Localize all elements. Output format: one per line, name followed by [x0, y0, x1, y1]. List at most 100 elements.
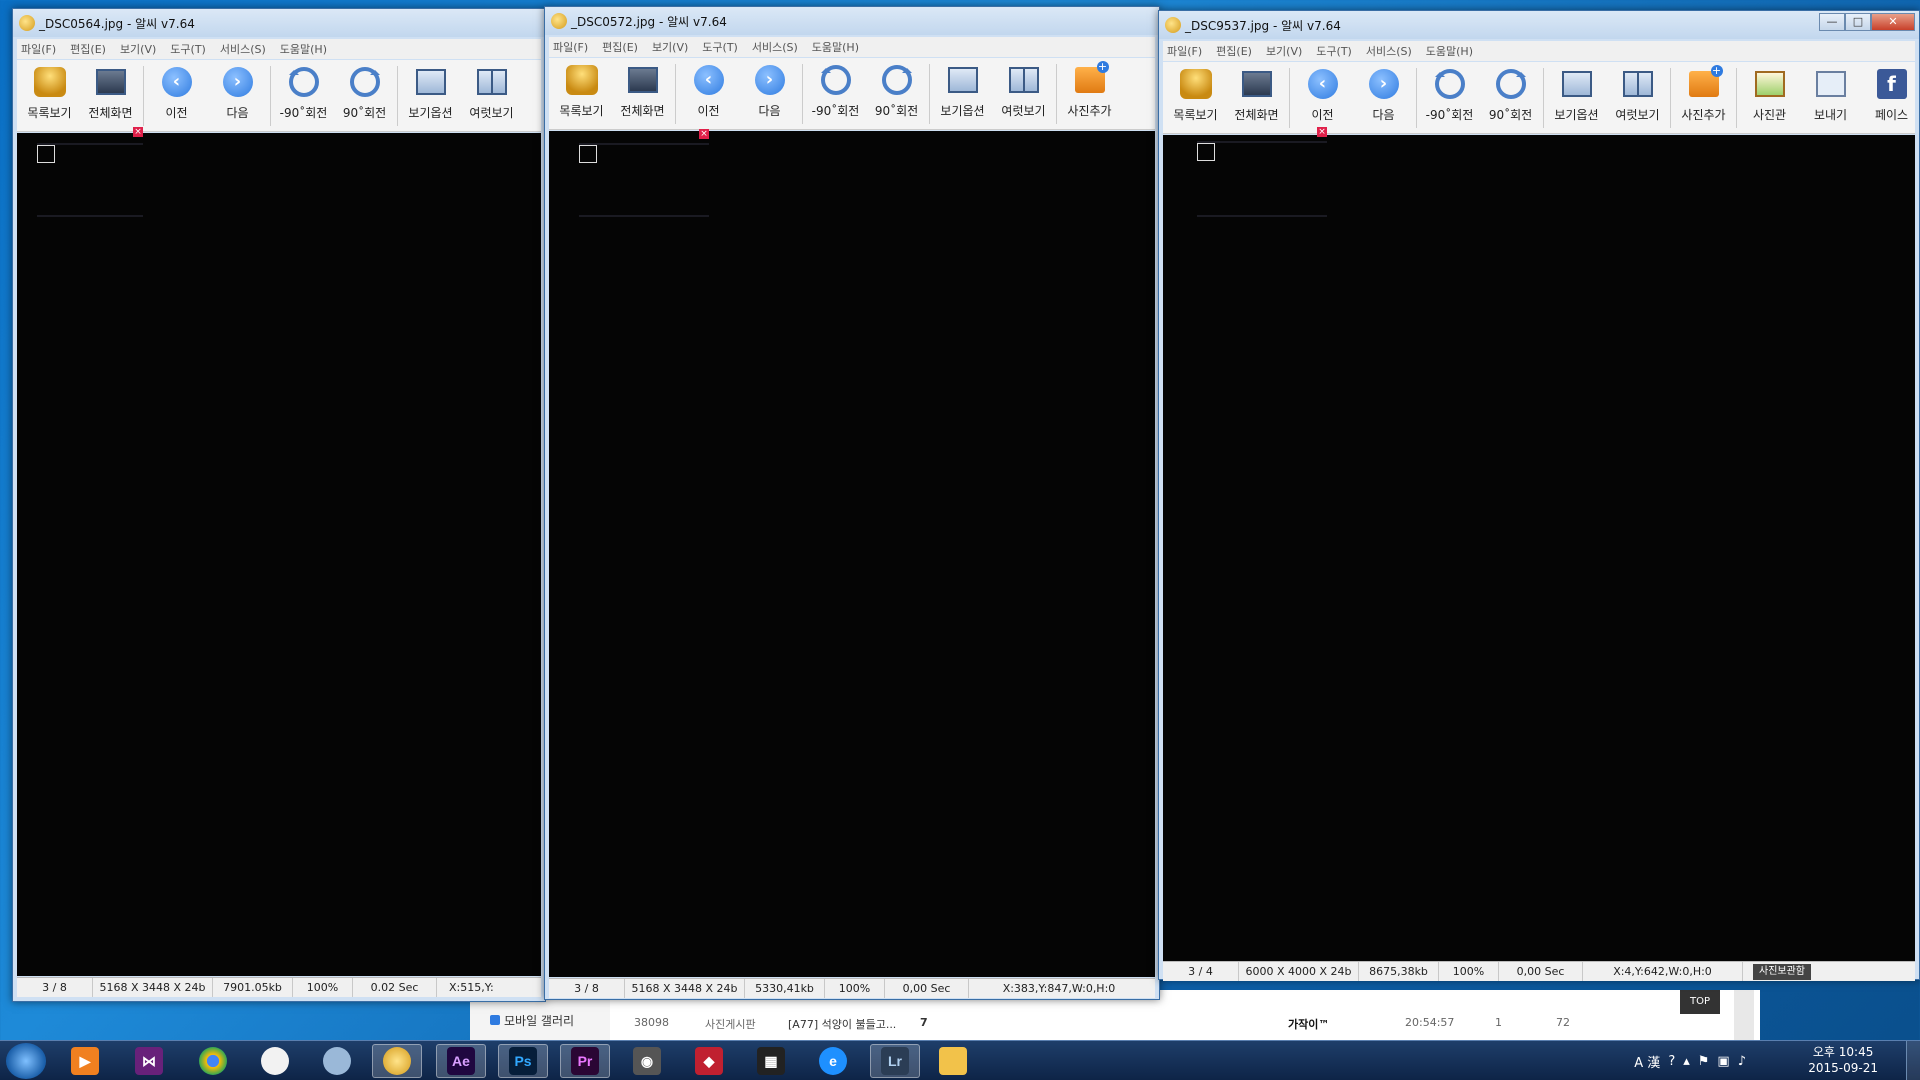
fullscreen-button[interactable]: 전체화면 — [612, 58, 673, 129]
language-indicator[interactable]: A 漢 — [1634, 1052, 1660, 1071]
gallery-button[interactable]: 사진관 — [1739, 62, 1800, 133]
chevron-right-icon: › — [222, 67, 253, 97]
send-button[interactable]: 보내기 — [1800, 62, 1861, 133]
titlebar[interactable]: _DSC0572.jpg - 알씨 v7.64 — [545, 7, 1159, 35]
rotate-left-button[interactable]: -90˚회전 — [805, 58, 866, 129]
next-button[interactable]: › 다음 — [207, 60, 268, 131]
taskbar-photoshop[interactable]: Ps — [498, 1044, 548, 1078]
taskbar-internet-explorer[interactable]: e — [808, 1044, 858, 1078]
add-photo-button[interactable]: 사진추가 — [1673, 62, 1734, 133]
taskbar-video-editor[interactable]: ▦ — [746, 1044, 796, 1078]
top-button[interactable]: TOP — [1680, 990, 1720, 1014]
post-author[interactable]: 가작이™ — [1288, 1016, 1329, 1032]
fullscreen-button[interactable]: 전체화면 — [80, 60, 141, 131]
sidebar-link-mobile-gallery[interactable]: 모바일 갤러리 — [490, 1012, 574, 1029]
prev-button[interactable]: ‹ 이전 — [1292, 62, 1353, 133]
start-button[interactable] — [6, 1043, 46, 1079]
menu-tools[interactable]: 도구(T) — [1316, 43, 1352, 59]
viewer-window-1[interactable]: _DSC0564.jpg - 알씨 v7.64 파일(F) 편집(E) 보기(V… — [12, 8, 546, 1002]
taskbar-chrome[interactable] — [188, 1044, 238, 1078]
menu-file[interactable]: 파일(F) — [1167, 43, 1202, 59]
maximize-button[interactable]: □ — [1845, 13, 1871, 31]
rotate-right-button[interactable]: 90˚회전 — [334, 60, 395, 131]
minimize-button[interactable]: — — [1819, 13, 1845, 31]
taskbar-camera-app[interactable]: ◉ — [622, 1044, 672, 1078]
menu-edit[interactable]: 편집(E) — [70, 41, 106, 57]
menu-view[interactable]: 보기(V) — [652, 39, 688, 55]
tray-expand-icon[interactable]: ▴ — [1683, 1054, 1690, 1069]
close-overlay-icon[interactable]: × — [133, 127, 143, 137]
image-canvas[interactable]: × — [549, 129, 1155, 977]
navigator-box[interactable] — [579, 145, 597, 163]
prev-button[interactable]: ‹ 이전 — [146, 60, 207, 131]
add-photo-icon — [1074, 61, 1109, 93]
web-scrollbar[interactable] — [1734, 990, 1754, 1040]
menu-tools[interactable]: 도구(T) — [170, 41, 206, 57]
view-options-button[interactable]: 보기옵션 — [932, 58, 993, 129]
menu-services[interactable]: 서비스(S) — [752, 39, 798, 55]
menu-view[interactable]: 보기(V) — [1266, 43, 1302, 59]
taskbar-visual-studio[interactable]: ⋈ — [124, 1044, 174, 1078]
next-button[interactable]: › 다음 — [739, 58, 800, 129]
photo-storage-button[interactable]: 사진보관함 — [1753, 963, 1811, 980]
network-icon[interactable]: ▣ — [1717, 1054, 1729, 1069]
navigator-box[interactable] — [37, 145, 55, 163]
taskbar-after-effects[interactable]: Ae — [436, 1044, 486, 1078]
taskbar-lightroom[interactable]: Lr — [870, 1044, 920, 1078]
clock[interactable]: 오후 10:45 2015-09-21 — [1808, 1044, 1878, 1076]
multi-view-button[interactable]: 여럿보기 — [461, 60, 522, 131]
navigator-box[interactable] — [1197, 143, 1215, 161]
menu-file[interactable]: 파일(F) — [21, 41, 56, 57]
taskbar-box-app[interactable]: ◆ — [684, 1044, 734, 1078]
menu-view[interactable]: 보기(V) — [120, 41, 156, 57]
menu-help[interactable]: 도움말(H) — [280, 41, 327, 57]
menu-services[interactable]: 서비스(S) — [1366, 43, 1412, 59]
image-canvas[interactable]: × — [17, 127, 541, 976]
facebook-button[interactable]: f 페이스 — [1861, 62, 1915, 133]
volume-icon[interactable]: ♪ — [1738, 1054, 1746, 1069]
rotate-left-button[interactable]: -90˚회전 — [1419, 62, 1480, 133]
list-view-button[interactable]: 목록보기 — [1165, 62, 1226, 133]
menu-tools[interactable]: 도구(T) — [702, 39, 738, 55]
board-row[interactable]: 38098 사진게시판 [A77] 석양이 불들고... 7 가작이™ 20:5… — [470, 1012, 1760, 1034]
close-overlay-icon[interactable]: × — [1317, 127, 1327, 137]
multi-view-button[interactable]: 여럿보기 — [1607, 62, 1668, 133]
titlebar[interactable]: _DSC9537.jpg - 알씨 v7.64 — □ ✕ — [1159, 11, 1919, 39]
taskbar-media-player[interactable]: ▶ — [60, 1044, 110, 1078]
show-desktop-button[interactable] — [1906, 1041, 1920, 1080]
menu-services[interactable]: 서비스(S) — [220, 41, 266, 57]
titlebar[interactable]: _DSC0564.jpg - 알씨 v7.64 — [13, 9, 545, 37]
list-view-button[interactable]: 목록보기 — [551, 58, 612, 129]
view-options-button[interactable]: 보기옵션 — [1546, 62, 1607, 133]
rotate-right-button[interactable]: 90˚회전 — [866, 58, 927, 129]
flag-icon[interactable]: ⚑ — [1698, 1054, 1710, 1069]
taskbar-alsee-viewer[interactable] — [372, 1044, 422, 1078]
close-button[interactable]: ✕ — [1871, 13, 1915, 31]
taskbar-premiere[interactable]: Pr — [560, 1044, 610, 1078]
rotate-right-button[interactable]: 90˚회전 — [1480, 62, 1541, 133]
post-title[interactable]: [A77] 석양이 불들고... — [788, 1016, 896, 1032]
menu-help[interactable]: 도움말(H) — [1426, 43, 1473, 59]
next-button[interactable]: › 다음 — [1353, 62, 1414, 133]
image-canvas[interactable]: × — [1163, 127, 1915, 963]
taskbar-file-explorer[interactable] — [928, 1044, 978, 1078]
clock-time: 오후 10:45 — [1812, 1045, 1874, 1059]
list-view-button[interactable]: 목록보기 — [19, 60, 80, 131]
taskbar-settings-app[interactable] — [312, 1044, 362, 1078]
menu-help[interactable]: 도움말(H) — [812, 39, 859, 55]
prev-button[interactable]: ‹ 이전 — [678, 58, 739, 129]
fullscreen-button[interactable]: 전체화면 — [1226, 62, 1287, 133]
menu-edit[interactable]: 편집(E) — [1216, 43, 1252, 59]
multi-view-button[interactable]: 여럿보기 — [993, 58, 1054, 129]
rotate-left-button[interactable]: -90˚회전 — [273, 60, 334, 131]
taskbar-alzip[interactable] — [250, 1044, 300, 1078]
help-icon[interactable]: ? — [1668, 1054, 1675, 1069]
menu-file[interactable]: 파일(F) — [553, 39, 588, 55]
viewer-window-2[interactable]: _DSC0572.jpg - 알씨 v7.64 파일(F) 편집(E) 보기(V… — [544, 6, 1160, 1000]
menu-edit[interactable]: 편집(E) — [602, 39, 638, 55]
viewer-window-3[interactable]: _DSC9537.jpg - 알씨 v7.64 — □ ✕ 파일(F) 편집(E… — [1158, 10, 1920, 981]
close-overlay-icon[interactable]: × — [699, 129, 709, 139]
post-recommend: 1 — [1495, 1016, 1502, 1029]
add-photo-button[interactable]: 사진추가 — [1059, 58, 1120, 129]
view-options-button[interactable]: 보기옵션 — [400, 60, 461, 131]
